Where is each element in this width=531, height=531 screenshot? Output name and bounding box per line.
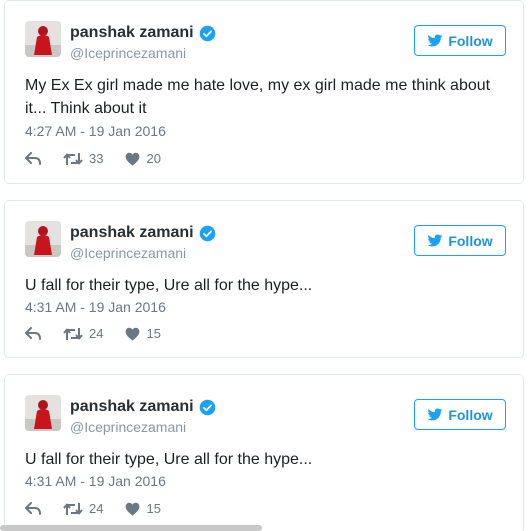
retweet-button[interactable]: 24 — [63, 326, 103, 341]
twitter-bird-icon — [427, 407, 443, 420]
twitter-bird-icon — [427, 233, 443, 246]
avatar[interactable] — [25, 21, 61, 57]
tweet-actions: 24 15 — [25, 326, 161, 341]
tweet-card: panshak zamani @Iceprincezamani Follow M… — [4, 0, 524, 184]
like-button[interactable]: 15 — [125, 326, 161, 341]
reply-icon — [25, 502, 41, 515]
retweet-icon — [63, 152, 83, 165]
user-handle[interactable]: @Iceprincezamani — [70, 419, 186, 435]
like-button[interactable]: 15 — [125, 501, 161, 516]
tweet-actions: 24 15 — [25, 501, 161, 516]
tweet-timestamp[interactable]: 4:27 AM - 19 Jan 2016 — [25, 123, 166, 139]
tweet-actions: 33 20 — [25, 151, 161, 166]
user-handle[interactable]: @Iceprincezamani — [70, 245, 186, 261]
horizontal-scrollbar[interactable] — [0, 525, 262, 531]
tweet-timestamp[interactable]: 4:31 AM - 19 Jan 2016 — [25, 299, 166, 315]
display-name[interactable]: panshak zamani — [70, 398, 194, 416]
display-name[interactable]: panshak zamani — [70, 224, 194, 242]
retweet-count: 24 — [89, 501, 104, 516]
follow-label: Follow — [448, 232, 493, 249]
tweet-text: U fall for their type, Ure all for the h… — [25, 277, 313, 294]
tweet-text: My Ex Ex girl made me hate love, my ex g… — [25, 77, 491, 117]
author-row: panshak zamani — [70, 398, 216, 416]
retweet-count: 24 — [89, 326, 104, 341]
avatar[interactable] — [25, 221, 61, 257]
like-button[interactable]: 20 — [125, 151, 161, 166]
retweet-icon — [63, 327, 83, 340]
tweet-timestamp[interactable]: 4:31 AM - 19 Jan 2016 — [25, 473, 166, 489]
twitter-bird-icon — [427, 33, 443, 46]
verified-badge-icon — [199, 399, 215, 415]
reply-button[interactable] — [25, 502, 45, 515]
author-row: panshak zamani — [70, 224, 216, 242]
display-name[interactable]: panshak zamani — [70, 24, 194, 42]
follow-label: Follow — [448, 32, 493, 49]
follow-button[interactable]: Follow — [414, 225, 506, 256]
like-count: 15 — [146, 326, 161, 341]
tweet-text: U fall for their type, Ure all for the h… — [25, 451, 313, 468]
follow-button[interactable]: Follow — [414, 399, 506, 430]
follow-label: Follow — [448, 406, 493, 423]
retweet-icon — [63, 502, 83, 515]
user-handle[interactable]: @Iceprincezamani — [70, 45, 186, 61]
reply-button[interactable] — [25, 327, 45, 340]
retweet-count: 33 — [89, 151, 104, 166]
author-row: panshak zamani — [70, 24, 216, 42]
retweet-button[interactable]: 33 — [63, 151, 103, 166]
heart-icon — [126, 502, 140, 516]
tweet-card: panshak zamani @Iceprincezamani Follow U… — [4, 200, 524, 358]
verified-badge-icon — [199, 25, 215, 41]
like-count: 15 — [146, 501, 161, 516]
retweet-button[interactable]: 24 — [63, 501, 103, 516]
reply-button[interactable] — [25, 152, 45, 165]
follow-button[interactable]: Follow — [414, 25, 506, 56]
reply-icon — [25, 152, 41, 165]
tweet-card: panshak zamani @Iceprincezamani Follow U… — [4, 374, 524, 531]
reply-icon — [25, 327, 41, 340]
heart-icon — [126, 327, 140, 341]
avatar[interactable] — [25, 395, 61, 431]
like-count: 20 — [146, 151, 161, 166]
heart-icon — [126, 152, 140, 166]
verified-badge-icon — [199, 225, 215, 241]
